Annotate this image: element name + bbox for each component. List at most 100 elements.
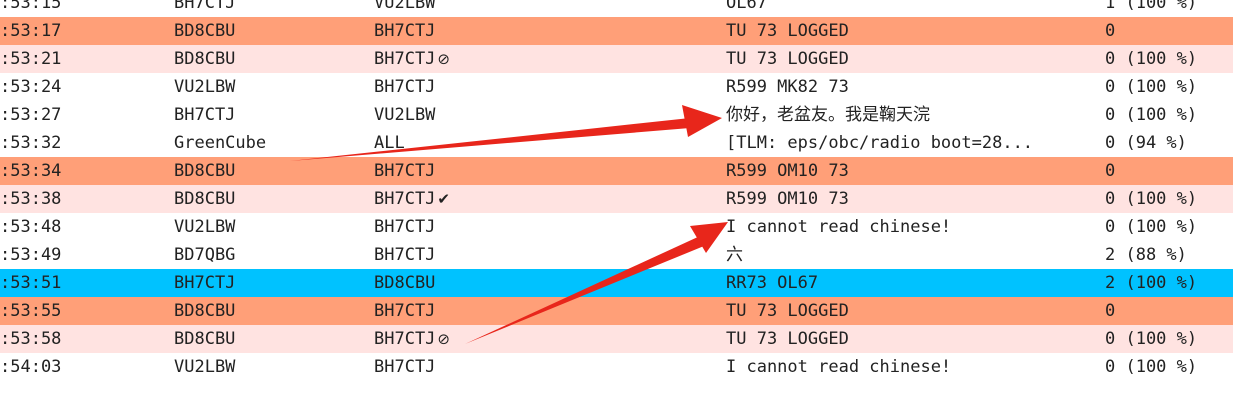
to-callsign-cell: BH7CTJ bbox=[374, 213, 704, 241]
from-callsign-cell-text: BH7CTJ bbox=[174, 0, 236, 13]
message-cell-text: [TLM: eps/obc/radio boot=28... bbox=[726, 133, 1034, 153]
to-callsign-cell: BH7CTJ ⊘ bbox=[374, 325, 704, 353]
to-callsign-cell: BH7CTJ bbox=[374, 241, 704, 269]
log-row[interactable]: :53:51 BH7CTJ BD8CBU RR73 OL67 2 (100 %) bbox=[0, 269, 1233, 297]
snr-cell-text: 0 (100 %) bbox=[1105, 189, 1198, 209]
snr-cell: 0 (100 %) bbox=[1105, 213, 1233, 241]
from-callsign-cell-text: GreenCube bbox=[174, 133, 267, 153]
log-row[interactable]: :53:34 BD8CBU BH7CTJ R599 OM10 73 0 bbox=[0, 157, 1233, 185]
message-cell: TU 73 LOGGED bbox=[726, 297, 1096, 325]
snr-cell-text: 0 (100 %) bbox=[1105, 329, 1198, 349]
check-icon: ✔ bbox=[437, 190, 450, 208]
to-callsign-cell-text: BH7CTJ bbox=[374, 245, 436, 265]
log-row[interactable]: :53:15 BH7CTJ VU2LBW OL67 1 (100 %) bbox=[0, 0, 1233, 17]
message-cell: TU 73 LOGGED bbox=[726, 17, 1096, 45]
log-row[interactable]: :53:49 BD7QBG BH7CTJ 六 2 (88 %) bbox=[0, 241, 1233, 269]
log-row[interactable]: :54:03 VU2LBW BH7CTJ I cannot read chinese!… bbox=[0, 353, 1233, 381]
from-callsign-cell: BD8CBU bbox=[174, 325, 364, 353]
log-row[interactable]: :53:24 VU2LBW BH7CTJ R599 MK82 73 0 (100 %) bbox=[0, 73, 1233, 101]
message-cell: R599 OM10 73 bbox=[726, 185, 1096, 213]
snr-cell: 1 (100 %) bbox=[1105, 0, 1233, 17]
log-row[interactable]: :53:55 BD8CBU BH7CTJ TU 73 LOGGED 0 bbox=[0, 297, 1233, 325]
message-cell-text: I cannot read chinese! bbox=[726, 357, 952, 377]
time-cell: :53:51 bbox=[0, 269, 160, 297]
message-cell-text: R599 OM10 73 bbox=[726, 161, 849, 181]
time-cell: :53:48 bbox=[0, 213, 160, 241]
time-cell: :53:49 bbox=[0, 241, 160, 269]
time-cell-text: :53:51 bbox=[0, 273, 62, 293]
snr-cell: 0 (100 %) bbox=[1105, 353, 1233, 381]
time-cell-text: :53:34 bbox=[0, 161, 62, 181]
to-callsign-cell-text: BH7CTJ bbox=[374, 329, 436, 349]
log-row[interactable]: :53:38 BD8CBU BH7CTJ ✔ R599 OM10 73 0 (100 %) bbox=[0, 185, 1233, 213]
snr-cell-text: 1 (100 %) bbox=[1105, 0, 1198, 13]
message-cell: TU 73 LOGGED bbox=[726, 325, 1096, 353]
from-callsign-cell: VU2LBW bbox=[174, 353, 364, 381]
log-row[interactable]: :53:32 GreenCube ALL [TLM: eps/obc/radio bo… bbox=[0, 129, 1233, 157]
to-callsign-cell: VU2LBW bbox=[374, 0, 704, 17]
time-cell: :54:03 bbox=[0, 353, 160, 381]
snr-cell-text: 0 bbox=[1105, 161, 1116, 181]
time-cell: :53:17 bbox=[0, 17, 160, 45]
from-callsign-cell-text: BD8CBU bbox=[174, 161, 236, 181]
message-cell-text: 你好，老盆友。我是鞠天浣 bbox=[726, 105, 930, 125]
time-cell-text: :54:03 bbox=[0, 357, 62, 377]
message-cell-text: TU 73 LOGGED bbox=[726, 49, 849, 69]
snr-cell: 0 (100 %) bbox=[1105, 73, 1233, 101]
to-callsign-cell-text: BH7CTJ bbox=[374, 357, 436, 377]
time-cell-text: :53:58 bbox=[0, 329, 62, 349]
to-callsign-cell-text: BH7CTJ bbox=[374, 161, 436, 181]
from-callsign-cell: GreenCube bbox=[174, 129, 364, 157]
from-callsign-cell-text: BD7QBG bbox=[174, 245, 236, 265]
log-row[interactable]: :53:48 VU2LBW BH7CTJ I cannot read chinese!… bbox=[0, 213, 1233, 241]
snr-cell: 0 (100 %) bbox=[1105, 185, 1233, 213]
message-cell-text: RR73 OL67 bbox=[726, 273, 819, 293]
snr-cell-text: 0 (94 %) bbox=[1105, 133, 1187, 153]
message-cell-text: R599 MK82 73 bbox=[726, 77, 849, 97]
snr-cell-text: 2 (100 %) bbox=[1105, 273, 1198, 293]
from-callsign-cell-text: BD8CBU bbox=[174, 49, 236, 69]
snr-cell-text: 0 bbox=[1105, 301, 1116, 321]
from-callsign-cell: BD8CBU bbox=[174, 297, 364, 325]
message-cell-text: I cannot read chinese! bbox=[726, 217, 952, 237]
log-row[interactable]: :53:27 BH7CTJ VU2LBW 你好，老盆友。我是鞠天浣 0 (100 %) bbox=[0, 101, 1233, 129]
message-cell-text: 六 bbox=[726, 245, 743, 265]
message-cell-text: R599 OM10 73 bbox=[726, 189, 849, 209]
time-cell: :53:55 bbox=[0, 297, 160, 325]
snr-cell: 0 bbox=[1105, 297, 1233, 325]
time-cell: :53:21 bbox=[0, 45, 160, 73]
message-cell: RR73 OL67 bbox=[726, 269, 1096, 297]
to-callsign-cell: BD8CBU bbox=[374, 269, 704, 297]
log-row[interactable]: :53:58 BD8CBU BH7CTJ ⊘ TU 73 LOGGED 0 (100 %) bbox=[0, 325, 1233, 353]
to-callsign-cell: ALL bbox=[374, 129, 704, 157]
blocked-icon: ⊘ bbox=[437, 50, 450, 68]
snr-cell-text: 0 (100 %) bbox=[1105, 217, 1198, 237]
snr-cell-text: 0 (100 %) bbox=[1105, 49, 1198, 69]
from-callsign-cell-text: BD8CBU bbox=[174, 301, 236, 321]
time-cell: :53:58 bbox=[0, 325, 160, 353]
to-callsign-cell-text: BH7CTJ bbox=[374, 77, 436, 97]
from-callsign-cell-text: BD8CBU bbox=[174, 329, 236, 349]
time-cell-text: :53:48 bbox=[0, 217, 62, 237]
log-row[interactable]: :53:21 BD8CBU BH7CTJ ⊘ TU 73 LOGGED 0 (100 %) bbox=[0, 45, 1233, 73]
to-callsign-cell: BH7CTJ bbox=[374, 353, 704, 381]
time-cell: :53:15 bbox=[0, 0, 160, 17]
log-row[interactable]: :53:17 BD8CBU BH7CTJ TU 73 LOGGED 0 bbox=[0, 17, 1233, 45]
from-callsign-cell-text: BH7CTJ bbox=[174, 105, 236, 125]
time-cell: :53:32 bbox=[0, 129, 160, 157]
to-callsign-cell-text: BH7CTJ bbox=[374, 217, 436, 237]
snr-cell: 0 (100 %) bbox=[1105, 325, 1233, 353]
to-callsign-cell: BH7CTJ bbox=[374, 157, 704, 185]
message-cell: [TLM: eps/obc/radio boot=28... bbox=[726, 129, 1096, 157]
to-callsign-cell-text: BH7CTJ bbox=[374, 49, 436, 69]
from-callsign-cell: BD8CBU bbox=[174, 45, 364, 73]
time-cell-text: :53:27 bbox=[0, 105, 62, 125]
message-cell-text: TU 73 LOGGED bbox=[726, 301, 849, 321]
time-cell: :53:24 bbox=[0, 73, 160, 101]
time-cell: :53:27 bbox=[0, 101, 160, 129]
from-callsign-cell-text: VU2LBW bbox=[174, 217, 236, 237]
from-callsign-cell-text: BD8CBU bbox=[174, 189, 236, 209]
from-callsign-cell: BH7CTJ bbox=[174, 0, 364, 17]
to-callsign-cell-text: BH7CTJ bbox=[374, 189, 436, 209]
from-callsign-cell: BH7CTJ bbox=[174, 269, 364, 297]
